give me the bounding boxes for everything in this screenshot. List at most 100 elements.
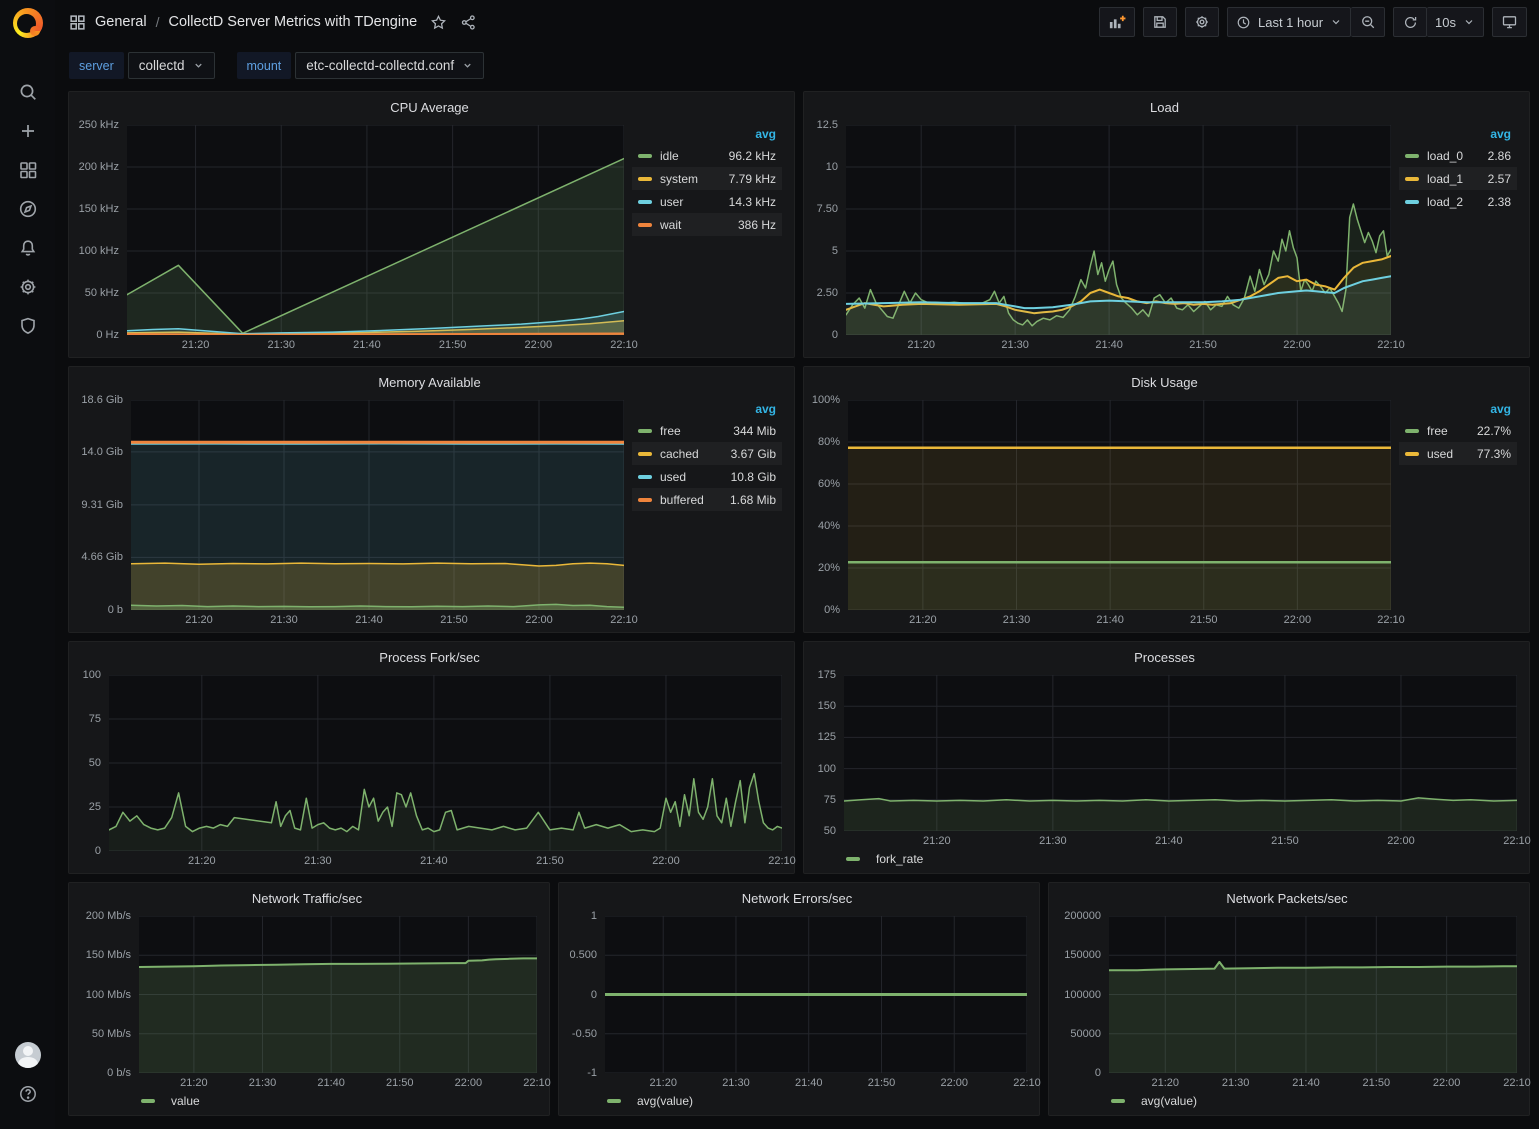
legend-label[interactable]: buffered (660, 493, 704, 507)
zoom-out-time-button[interactable] (1351, 7, 1385, 37)
chart-canvas[interactable] (1109, 916, 1517, 1073)
save-dashboard-button[interactable] (1143, 7, 1177, 37)
legend-label[interactable]: wait (660, 218, 681, 232)
legend-item[interactable]: load_02.86 (1399, 144, 1517, 167)
y-axis-label: 14.0 Gib (81, 446, 123, 458)
x-axis-label: 21:30 (1039, 835, 1067, 847)
legend-label[interactable]: free (660, 424, 681, 438)
legend-avg-value: 7.79 kHz (719, 172, 776, 186)
variable-server-value[interactable]: collectd (128, 52, 215, 79)
panel-title[interactable]: Processes (812, 647, 1517, 668)
y-axis-label: 0% (824, 604, 840, 616)
legend-item[interactable]: used10.8 Gib (632, 465, 782, 488)
cycle-view-mode-button[interactable] (1492, 7, 1527, 37)
legend-label[interactable]: used (1427, 447, 1453, 461)
chart-canvas[interactable] (848, 400, 1391, 610)
panel-title[interactable]: Memory Available (77, 372, 782, 393)
legend-label[interactable]: load_0 (1427, 149, 1463, 163)
add-panel-button[interactable] (1099, 7, 1135, 37)
x-axis-label: 22:10 (1503, 1077, 1531, 1089)
panel-title[interactable]: Process Fork/sec (77, 647, 782, 668)
panel-title[interactable]: Network Errors/sec (567, 888, 1027, 909)
user-avatar[interactable] (8, 1035, 48, 1074)
y-axis-label: 150 (818, 700, 836, 712)
star-icon[interactable] (430, 14, 447, 31)
legend-label[interactable]: value (171, 1094, 200, 1108)
legend-label[interactable]: used (660, 470, 686, 484)
y-axis-label: 1 (591, 910, 597, 922)
chart-canvas[interactable] (846, 125, 1391, 335)
legend-label[interactable]: system (660, 172, 698, 186)
x-axis-label: 21:20 (923, 835, 951, 847)
legend-item[interactable]: load_22.38 (1399, 190, 1517, 213)
legend-label[interactable]: idle (660, 149, 679, 163)
configuration-gear-icon[interactable] (8, 267, 48, 306)
chart-canvas[interactable] (109, 675, 782, 851)
panel-title[interactable]: CPU Average (77, 97, 782, 118)
x-axis-label: 21:40 (1095, 339, 1123, 351)
x-axis-label: 21:30 (1001, 339, 1029, 351)
legend-label[interactable]: avg(value) (1141, 1094, 1197, 1108)
legend-item[interactable]: wait 386 Hz (632, 213, 782, 236)
y-axis-label: 125 (818, 731, 836, 743)
x-axis-label: 21:50 (440, 614, 468, 626)
refresh-button[interactable] (1393, 7, 1427, 37)
search-icon[interactable] (8, 72, 48, 111)
legend-avg-value: 386 Hz (728, 218, 776, 232)
legend-label[interactable]: load_2 (1427, 195, 1463, 209)
panel-title[interactable]: Load (812, 97, 1517, 118)
grafana-logo[interactable] (13, 8, 43, 38)
legend-item[interactable]: system 7.79 kHz (632, 167, 782, 190)
legend-label[interactable]: avg(value) (637, 1094, 693, 1108)
panel-disk-usage: Disk Usage 0%20%40%60%80%100%21:2021:302… (803, 366, 1530, 633)
variable-mount-label[interactable]: mount (237, 52, 292, 79)
help-icon[interactable] (8, 1074, 48, 1113)
legend-item[interactable]: used77.3% (1399, 442, 1517, 465)
server-admin-shield-icon[interactable] (8, 306, 48, 345)
y-axis-label: 12.5 (817, 119, 838, 131)
legend-label[interactable]: user (660, 195, 683, 209)
legend-item[interactable]: idle96.2 kHz (632, 144, 782, 167)
y-axis-label: 100 Mb/s (86, 989, 131, 1001)
legend-item[interactable]: user14.3 kHz (632, 190, 782, 213)
y-axis-label: 20% (818, 562, 840, 574)
legend-item[interactable]: free22.7% (1399, 419, 1517, 442)
explore-compass-icon[interactable] (8, 189, 48, 228)
legend-label[interactable]: load_1 (1427, 172, 1463, 186)
y-axis-label: 25 (89, 801, 101, 813)
legend-item[interactable]: cached3.67 Gib (632, 442, 782, 465)
plot-area (139, 916, 537, 1073)
chart-canvas[interactable] (139, 916, 537, 1073)
plot-column: 21:2021:3021:4021:5022:0022:10value (139, 916, 537, 1111)
legend-label[interactable]: fork_rate (876, 852, 923, 866)
share-icon[interactable] (460, 14, 477, 31)
legend-label[interactable]: cached (660, 447, 699, 461)
panel-title[interactable]: Network Traffic/sec (77, 888, 537, 909)
dashboard-title[interactable]: CollectD Server Metrics with TDengine (168, 14, 417, 30)
legend-item[interactable]: load_12.57 (1399, 167, 1517, 190)
refresh-interval-picker[interactable]: 10s (1427, 7, 1484, 37)
time-range-picker[interactable]: Last 1 hour (1227, 7, 1351, 37)
legend-item[interactable]: free344 Mib (632, 419, 782, 442)
add-icon[interactable] (8, 111, 48, 150)
dashboard-settings-button[interactable] (1185, 7, 1219, 37)
chart-canvas[interactable] (844, 675, 1517, 831)
x-axis-label: 21:30 (722, 1077, 750, 1089)
chart-canvas[interactable] (131, 400, 624, 610)
variable-server-label[interactable]: server (69, 52, 124, 79)
plot-area (1109, 916, 1517, 1073)
legend-item[interactable]: buffered1.68 Mib (632, 488, 782, 511)
chart-canvas[interactable] (127, 125, 624, 335)
breadcrumb: General / CollectD Server Metrics with T… (69, 14, 477, 31)
panel-title[interactable]: Network Packets/sec (1057, 888, 1517, 909)
dashboards-icon[interactable] (8, 150, 48, 189)
alerting-bell-icon[interactable] (8, 228, 48, 267)
panel-title[interactable]: Disk Usage (812, 372, 1517, 393)
plot-area (844, 675, 1517, 831)
variable-server: server collectd (69, 52, 215, 79)
x-axis-label: 21:50 (1189, 339, 1217, 351)
variable-mount-value[interactable]: etc-collectd-collectd.conf (295, 52, 484, 79)
breadcrumb-folder[interactable]: General (95, 14, 147, 30)
chart-canvas[interactable] (605, 916, 1027, 1073)
legend-label[interactable]: free (1427, 424, 1448, 438)
